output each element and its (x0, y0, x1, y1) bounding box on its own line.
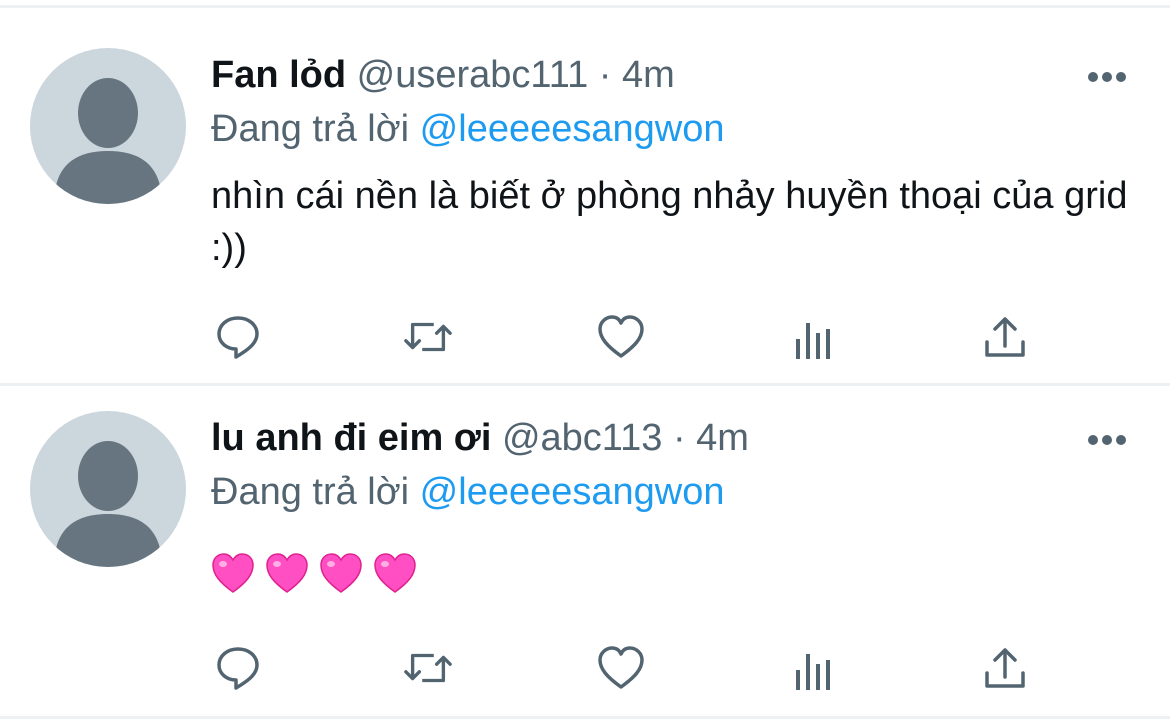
more-icon[interactable] (1086, 70, 1128, 84)
heart-emoji (266, 553, 308, 593)
display-name[interactable]: lu anh đi eim ơi (211, 417, 491, 459)
mention-link[interactable]: @leeeeesangwon (420, 108, 725, 150)
analytics-icon (796, 654, 830, 690)
retweet-icon (404, 322, 452, 352)
default-avatar-icon (54, 78, 162, 204)
more-icon[interactable] (1086, 433, 1128, 447)
share-icon (985, 317, 1025, 357)
share-icon (985, 648, 1025, 688)
display-name[interactable]: Fan lỏd (211, 54, 346, 96)
reply-icon (217, 316, 259, 359)
like-icon (598, 315, 644, 358)
user-handle[interactable]: @userabc111 (357, 54, 589, 96)
heart-emoji (212, 553, 254, 593)
retweet-button[interactable] (403, 312, 453, 362)
reply-tweet[interactable]: Fan lỏd @userabc111 · 4m Đang trả lời @l… (0, 0, 1170, 360)
tweet-emoji-content (211, 552, 417, 594)
retweet-icon (404, 653, 452, 683)
reply-button[interactable] (213, 643, 263, 693)
separator-dot: · (672, 417, 686, 459)
analytics-icon (796, 323, 830, 359)
like-icon (598, 646, 644, 689)
separator-dot: · (598, 54, 612, 96)
heart-emoji (374, 553, 416, 593)
default-avatar-icon (54, 441, 162, 567)
like-button[interactable] (596, 643, 646, 693)
replying-to: Đang trả lời @leeeeesangwon (211, 467, 724, 517)
analytics-button[interactable] (788, 314, 838, 364)
analytics-button[interactable] (788, 645, 838, 695)
mention-link[interactable]: @leeeeesangwon (420, 471, 725, 513)
bottom-divider (0, 716, 1170, 719)
tweet-text: nhìn cái nền là biết ở phòng nhảy huyền … (211, 175, 1128, 269)
like-button[interactable] (596, 312, 646, 362)
reply-icon (217, 647, 259, 690)
tweet-header: Fan lỏd @userabc111 · 4m (211, 50, 675, 100)
avatar[interactable] (30, 411, 186, 567)
replying-to: Đang trả lời @leeeeesangwon (211, 104, 724, 154)
replying-to-label: Đang trả lời (211, 471, 410, 513)
replying-to-label: Đang trả lời (211, 108, 410, 150)
tweet-header: lu anh đi eim ơi @abc113 · 4m (211, 413, 749, 463)
retweet-button[interactable] (403, 643, 453, 693)
reply-tweet[interactable]: lu anh đi eim ơi @abc113 · 4m Đang trả l… (0, 363, 1170, 723)
reply-button[interactable] (213, 312, 263, 362)
avatar[interactable] (30, 48, 186, 204)
share-button[interactable] (980, 643, 1030, 693)
timestamp[interactable]: 4m (696, 417, 749, 459)
timestamp[interactable]: 4m (622, 54, 675, 96)
heart-emoji (320, 553, 362, 593)
share-button[interactable] (980, 312, 1030, 362)
user-handle[interactable]: @abc113 (502, 417, 662, 459)
